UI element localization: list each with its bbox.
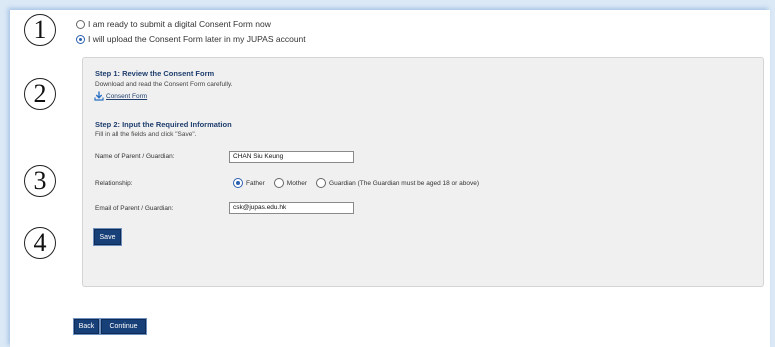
relationship-guardian-label: Guardian (The Guardian must be aged 18 o… <box>329 179 479 187</box>
step2-description: Fill in all the fields and click "Save". <box>95 131 197 138</box>
relationship-father-label: Father <box>246 179 265 187</box>
radio-guardian[interactable] <box>316 178 327 188</box>
consent-form-box <box>82 57 764 287</box>
option-submit-now-label: I am ready to submit a digital Consent F… <box>88 19 271 29</box>
option-upload-later[interactable]: I will upload the Consent Form later in … <box>76 34 306 44</box>
continue-button[interactable]: Continue <box>101 319 146 334</box>
option-submit-now[interactable]: I am ready to submit a digital Consent F… <box>76 19 271 29</box>
back-button[interactable]: Back <box>74 319 99 334</box>
callout-1: 1 <box>24 14 56 46</box>
relationship-father[interactable]: Father <box>233 178 265 188</box>
screenshot-frame: I am ready to submit a digital Consent F… <box>0 0 775 347</box>
option-upload-later-label: I will upload the Consent Form later in … <box>88 34 306 44</box>
download-icon[interactable] <box>94 91 104 101</box>
step1-title: Step 1: Review the Consent Form <box>95 69 215 78</box>
step2-title: Step 2: Input the Required Information <box>95 120 232 129</box>
callout-3: 3 <box>24 165 56 197</box>
consent-form-link[interactable]: Consent Form <box>106 93 147 100</box>
relationship-mother-label: Mother <box>286 179 308 187</box>
step1-description: Download and read the Consent Form caref… <box>95 81 233 88</box>
callout-2: 2 <box>24 78 56 110</box>
callout-4: 4 <box>24 227 56 259</box>
relationship-guardian[interactable]: Guardian (The Guardian must be aged 18 o… <box>316 178 479 188</box>
radio-father[interactable] <box>233 178 243 188</box>
parent-name-field[interactable]: CHAN Siu Keung <box>229 151 354 163</box>
parent-email-field[interactable]: csk@jupas.edu.hk <box>229 202 354 214</box>
relationship-label: Relationship: <box>95 180 133 187</box>
radio-upload-later[interactable] <box>76 34 85 44</box>
radio-submit-now[interactable] <box>76 19 85 29</box>
relationship-mother[interactable]: Mother <box>273 178 308 188</box>
radio-mother[interactable] <box>273 178 284 188</box>
save-button[interactable]: Save <box>94 229 121 245</box>
parent-email-label: Email of Parent / Guardian: <box>95 205 174 212</box>
parent-name-label: Name of Parent / Guardian: <box>95 153 175 160</box>
relationship-options: Father Mother Guardian (The Guardian mus… <box>233 178 488 188</box>
